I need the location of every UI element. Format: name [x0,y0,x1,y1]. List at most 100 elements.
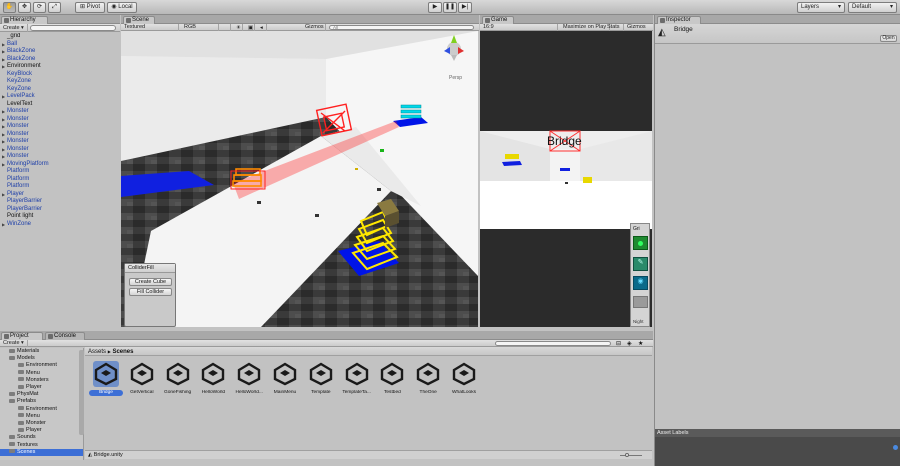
pivot-toggle[interactable]: ⊞ Pivot [75,2,105,13]
label-filter-icon[interactable]: ◈ [627,340,632,347]
hierarchy-item[interactable]: Monster [0,131,119,139]
hierarchy-item[interactable]: Point light [0,213,119,221]
star-icon[interactable]: ★ [638,340,643,347]
hierarchy-item[interactable]: Player [0,191,119,199]
2d-toggle[interactable] [221,24,231,31]
hand-tool-button[interactable]: ✋ [3,2,16,13]
folder-tree-item[interactable]: Models [0,355,35,362]
hierarchy-item[interactable]: LevelPack [0,93,119,101]
hierarchy-item[interactable]: KeyZone [0,86,119,94]
local-toggle[interactable]: ◉ Local [107,2,137,13]
folder-tree-item[interactable]: Sounds [0,434,36,441]
lighting-toggle[interactable]: ☀ [233,24,243,31]
scene-asset[interactable]: HelloWorld [196,361,230,396]
tab-scene[interactable]: Scene [123,16,155,24]
scene-asset[interactable]: Template [304,361,338,396]
tab-console[interactable]: Console [45,332,85,340]
zoom-slider-thumb[interactable] [625,453,629,457]
stats-toggle[interactable]: Stats [604,24,624,31]
folder-tree-item[interactable]: Player [0,384,42,391]
hierarchy-search-input[interactable] [30,25,116,31]
hierarchy-item[interactable]: KeyZone [0,78,119,86]
scene-asset[interactable]: WhatLooks [447,361,481,396]
folder-tree-item[interactable]: Materials [0,348,39,355]
render-mode-dropdown[interactable]: Textured [121,24,179,31]
hierarchy-item[interactable]: LevelText [0,101,119,109]
project-create-button[interactable]: Create ▾ [0,340,28,347]
hierarchy-item[interactable]: Monster [0,153,119,161]
folder-tree-item[interactable]: Player [0,427,42,434]
hierarchy-item[interactable]: PlayerBarrier [0,206,119,214]
step-button[interactable]: ▶| [458,2,472,13]
folder-tree-item[interactable]: Scenes [0,448,83,456]
fill-collider-button[interactable]: Fill Collider [129,288,172,296]
tab-game[interactable]: Game [482,16,514,24]
image-toggle[interactable]: ▣ [245,24,255,31]
folder-tree-item[interactable]: Menu [0,413,40,420]
label-tag-icon[interactable] [893,445,898,450]
hierarchy-item[interactable]: Environment [0,63,119,71]
hierarchy-item[interactable]: Monster [0,138,119,146]
folder-tree-item[interactable]: Textures [0,442,38,449]
game-viewport[interactable]: Bridge Gri ✎ ◉ Night [480,31,652,327]
hierarchy-item[interactable]: Monster [0,146,119,154]
brush-button[interactable]: ✎ [633,257,648,271]
open-button[interactable]: Open [880,35,897,42]
hierarchy-item[interactable]: BlackZone [0,48,119,56]
hierarchy-item[interactable]: Monster [0,123,119,131]
move-tool-button[interactable]: ✥ [18,2,31,13]
hierarchy-item[interactable]: Platform [0,183,119,191]
hierarchy-create-button[interactable]: Create ▾ [0,24,28,32]
folder-tree-item[interactable]: Menu [0,370,40,377]
breadcrumb-assets[interactable]: Assets [88,349,106,355]
breadcrumb-scenes[interactable]: Scenes [112,349,133,355]
zoom-slider[interactable] [620,455,642,456]
scene-viewport[interactable]: Persp ColliderFill Create Cube Fill Coll… [121,31,478,327]
scene-asset[interactable]: GetVertical [125,361,159,396]
tab-hierarchy[interactable]: Hierarchy [1,16,48,24]
audio-toggle[interactable]: ◂ [257,24,267,31]
hierarchy-item[interactable]: Monster [0,108,119,116]
folder-tree-item[interactable]: Monster [0,420,46,427]
tab-inspector[interactable]: Inspector [657,16,701,24]
maximize-on-play-toggle[interactable]: Maximize on Play [560,24,611,31]
pause-button[interactable]: ❚❚ [443,2,457,13]
scene-asset[interactable]: MainMenu [268,361,302,396]
filter-icon[interactable]: ⊟ [616,340,621,347]
rotate-tool-button[interactable]: ⟳ [33,2,46,13]
scene-asset[interactable]: GoneFishing [161,361,195,396]
play-button[interactable]: ▶ [428,2,442,13]
scene-gizmos-dropdown[interactable]: Gizmos [302,24,326,31]
eye-button[interactable]: ◉ [633,276,648,290]
layout-dropdown[interactable]: Default ▾ [848,2,897,13]
layers-dropdown[interactable]: Layers ▾ [797,2,845,13]
folder-tree-item[interactable]: Environment [0,406,57,413]
hierarchy-item[interactable]: WinZone [0,221,119,229]
blank-button[interactable] [633,296,648,308]
scale-tool-button[interactable]: ⤢ [48,2,61,13]
scene-search-input[interactable]: All [329,25,474,30]
game-gizmos-dropdown[interactable]: Gizmos [624,24,649,31]
green-dot-button[interactable] [633,236,648,250]
hierarchy-item[interactable]: _grid [0,33,119,41]
hierarchy-item[interactable]: BlackZone [0,56,119,64]
create-cube-button[interactable]: Create Cube [129,278,172,286]
folder-tree-item[interactable]: Environment [0,362,57,369]
scene-asset[interactable]: TemplateTa... [340,361,374,396]
hierarchy-item[interactable]: Platform [0,176,119,184]
aspect-dropdown[interactable]: 16:9 [480,24,558,31]
scene-asset[interactable]: HelloWorld... [232,361,266,396]
scene-asset[interactable]: Testbed [375,361,409,396]
hierarchy-item[interactable]: Platform [0,168,119,176]
tab-project[interactable]: Project [1,332,43,340]
hierarchy-item[interactable]: Monster [0,116,119,124]
hierarchy-item[interactable]: Ball [0,41,119,49]
hierarchy-item[interactable]: PlayerBarrier [0,198,119,206]
color-mode-dropdown[interactable]: RGB [181,24,219,31]
folder-tree-scrollbar[interactable] [79,350,84,435]
folder-tree-item[interactable]: Prefabs [0,398,36,405]
hierarchy-item[interactable]: MovingPlatform [0,161,119,169]
folder-tree-item[interactable]: Monsters [0,377,49,384]
project-search-input[interactable] [495,341,611,346]
scene-asset[interactable]: Bridge [89,361,123,396]
